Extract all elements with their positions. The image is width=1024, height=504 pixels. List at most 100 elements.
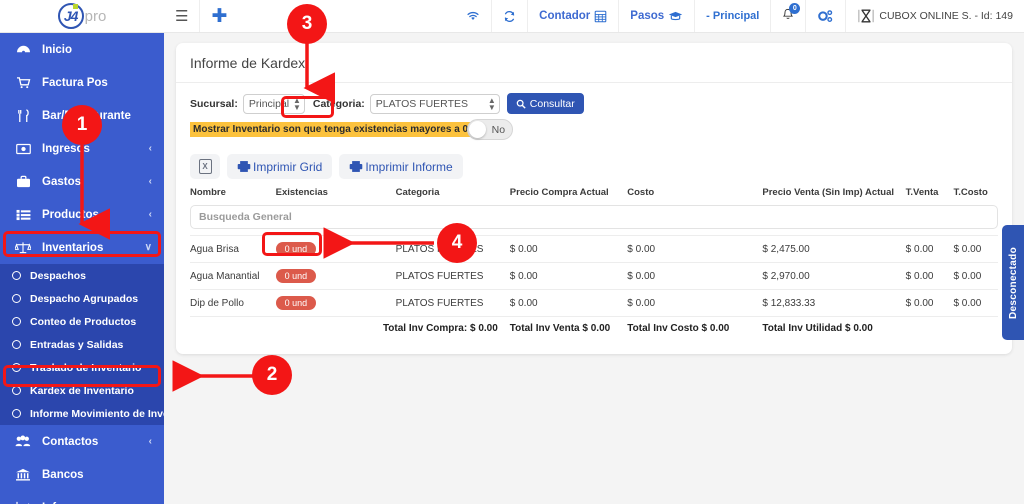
bank-icon: [12, 468, 34, 481]
quick-add-button[interactable]: ✚: [200, 0, 238, 32]
settings-button[interactable]: [806, 0, 847, 32]
cell-tventa: $ 0.00: [905, 289, 954, 317]
sidebar-subitem-informe-movimiento[interactable]: Informe Movimiento de Inve: [0, 402, 164, 425]
users-icon: [12, 435, 34, 448]
sidebar-item-informes[interactable]: Informes: [0, 491, 164, 504]
cell-precio-compra: $ 0.00: [509, 289, 628, 317]
col-existencias: Existencias: [275, 187, 328, 198]
sucursal-label: Sucursal:: [190, 97, 238, 110]
sidebar-subitem-conteo-de-productos[interactable]: Conteo de Productos: [0, 310, 164, 333]
col-precio-compra: Precio Compra Actual: [509, 187, 609, 198]
table-search-row: Busqueda General: [190, 205, 998, 236]
annotation-marker-4: 4: [437, 223, 477, 263]
calculator-icon: [594, 10, 607, 22]
excel-icon: X: [198, 159, 212, 174]
refresh-button[interactable]: [492, 0, 529, 32]
sidebar-item-factura-pos[interactable]: Factura Pos: [0, 66, 164, 99]
printer-icon: [350, 161, 363, 172]
plus-icon: ✚: [211, 5, 228, 27]
bullet-icon: [12, 340, 21, 349]
app-root: J4 pro ☰ ✚ Contador Pasos - Principal 0 …: [0, 0, 1024, 504]
logo-dot-icon: [72, 4, 78, 9]
user-account-button[interactable]: CUBOX ONLINE S. - Id: 149: [846, 0, 1024, 32]
col-nombre: Nombre: [190, 187, 226, 198]
table-totals-row: Total Inv Compra: $ 0.00 Total Inv Venta…: [190, 316, 998, 340]
dashboard-icon: [12, 43, 34, 56]
company-label: CUBOX ONLINE S. - Id: 149: [879, 10, 1013, 22]
pasos-button[interactable]: Pasos: [619, 0, 696, 32]
search-icon: [516, 99, 526, 109]
inventory-filter-row: Mostrar Inventario son que tenga existen…: [190, 119, 998, 140]
sidebar-subitem-despachos[interactable]: Despachos: [0, 264, 164, 287]
bullet-icon: [12, 317, 21, 326]
sidebar-subitem-entradas-y-salidas[interactable]: Entradas y Salidas: [0, 333, 164, 356]
table-header-row: Nombre Existencias Categoria Precio Comp…: [190, 187, 998, 205]
pasos-label: Pasos: [630, 10, 665, 22]
disconnected-label: Desconectado: [1007, 246, 1019, 319]
sidebar-item-label: Factura Pos: [42, 76, 108, 89]
menu-toggle-button[interactable]: ☰: [164, 0, 201, 32]
disconnected-status-tab[interactable]: Desconectado: [1002, 225, 1024, 340]
page-title: Informe de Kardex: [176, 43, 1012, 83]
bullet-icon: [12, 386, 21, 395]
wifi-status-button[interactable]: [455, 0, 493, 32]
sidebar-item-productos[interactable]: Productos ‹: [0, 198, 164, 231]
logo-suffix: pro: [84, 7, 107, 25]
branch-indicator[interactable]: - Principal: [695, 0, 772, 32]
col-precio-venta: Precio Venta (Sin Imp) Actual: [762, 187, 895, 198]
inventory-filter-toggle[interactable]: No: [467, 119, 514, 140]
gears-icon: [818, 9, 833, 22]
sidebar-subitem-label: Informe Movimiento de Inve: [30, 407, 164, 420]
sidebar-item-label: Contactos: [42, 435, 99, 448]
top-bar-left: ☰ ✚: [164, 0, 238, 32]
cell-existencias: 0 und: [275, 289, 396, 317]
totals-empty: [905, 316, 954, 340]
refresh-icon: [504, 10, 515, 22]
notification-count-badge: 0: [789, 3, 801, 14]
search-cell: Busqueda General: [190, 205, 998, 236]
table-row[interactable]: Dip de Pollo 0 und PLATOS FUERTES $ 0.00…: [190, 289, 998, 317]
annotation-marker-1: 1: [62, 105, 102, 145]
chevron-icon: ‹: [148, 143, 152, 154]
sidebar-subitem-label: Despachos: [30, 269, 87, 282]
contador-label: Contador: [539, 10, 591, 22]
cell-precio-venta: $ 2,970.00: [762, 262, 906, 290]
general-search-input[interactable]: Busqueda General: [190, 205, 998, 229]
sidebar-item-contactos[interactable]: Contactos ‹: [0, 425, 164, 458]
wifi-icon: [467, 12, 479, 21]
print-grid-button[interactable]: Imprimir Grid: [227, 154, 333, 179]
chevron-icon: ‹: [148, 209, 152, 220]
categoria-select[interactable]: PLATOS FUERTES ▲ ▼: [369, 93, 500, 114]
col-tventa: T.Venta: [905, 187, 939, 198]
categoria-value: PLATOS FUERTES: [375, 97, 468, 110]
contador-button[interactable]: Contador: [528, 0, 620, 32]
sidebar-item-bancos[interactable]: Bancos: [0, 458, 164, 491]
excel-icon-letter: X: [202, 162, 208, 171]
table-row[interactable]: Agua Manantial 0 und PLATOS FUERTES $ 0.…: [190, 262, 998, 290]
kardex-card: Informe de Kardex Sucursal: Principal ▲ ▼…: [176, 43, 1012, 354]
total-compra: Total Inv Compra: $ 0.00: [275, 316, 510, 340]
sidebar-item-label: Bancos: [42, 468, 84, 481]
sidebar-subitem-label: Despacho Agrupados: [30, 292, 139, 305]
chevron-icon: ‹: [148, 176, 152, 187]
export-excel-button[interactable]: X: [190, 154, 220, 179]
totals-empty: [190, 316, 276, 340]
chevron-updown-icon: ▲ ▼: [487, 95, 496, 112]
sidebar-item-gastos[interactable]: Gastos ‹: [0, 165, 164, 198]
sidebar-item-inicio[interactable]: Inicio: [0, 33, 164, 66]
cell-tventa: $ 0.00: [905, 262, 954, 290]
sidebar-subitem-despacho-agrupados[interactable]: Despacho Agrupados: [0, 287, 164, 310]
cell-precio-compra: $ 0.00: [509, 235, 628, 263]
cell-costo: $ 0.00: [627, 262, 763, 290]
bullet-icon: [12, 294, 21, 303]
notifications-button[interactable]: 0: [771, 0, 807, 32]
logo-mark: J4: [57, 3, 84, 29]
print-report-button[interactable]: Imprimir Informe: [339, 154, 463, 179]
consultar-button[interactable]: Consultar: [506, 93, 584, 114]
cell-existencias: 0 und: [275, 262, 396, 290]
money-icon: [12, 143, 34, 155]
print-grid-label: Imprimir Grid: [253, 159, 323, 174]
app-logo[interactable]: J4 pro: [57, 3, 107, 29]
sidebar-item-label: Inicio: [42, 43, 73, 56]
sidebar-item-label: Gastos: [42, 175, 81, 188]
